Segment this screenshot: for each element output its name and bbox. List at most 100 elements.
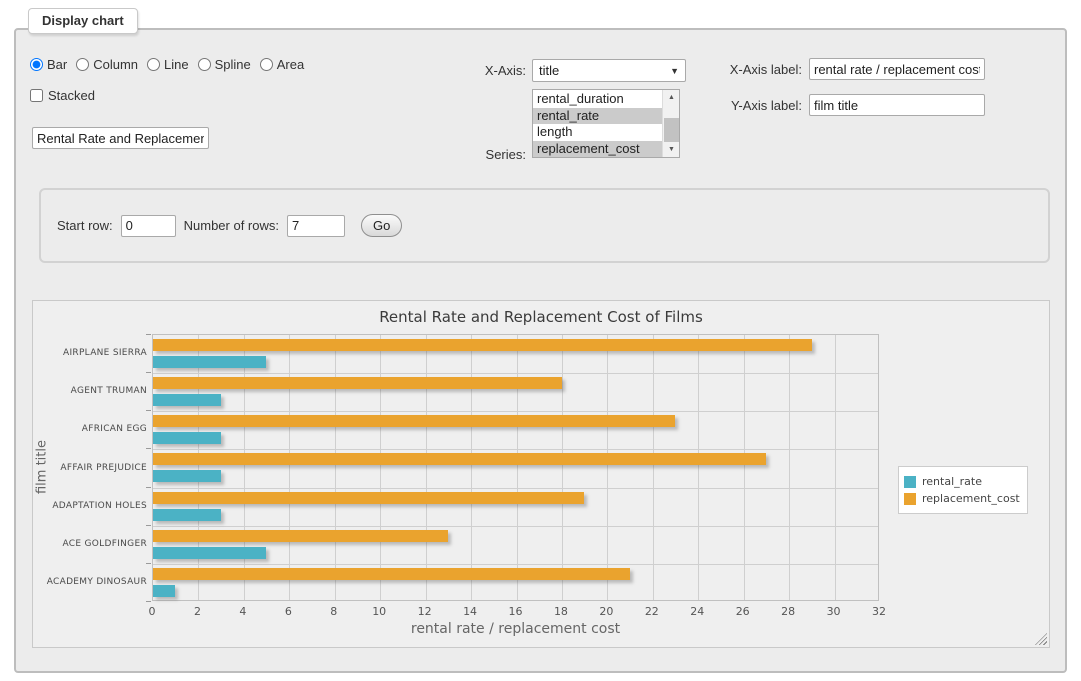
x-tick-label: 20 <box>586 605 626 618</box>
y-axis-tick <box>146 410 151 411</box>
legend-swatch-replacement-cost <box>904 493 916 505</box>
chart-type-radio-bar[interactable] <box>30 58 43 71</box>
scroll-down-icon[interactable]: ▼ <box>663 142 680 157</box>
scrollbar-thumb[interactable] <box>664 118 679 142</box>
bar-replacement-cost-affair-prejudice <box>153 453 766 465</box>
legend-row: rental_rate <box>904 474 1020 489</box>
series-option-rental-rate[interactable]: rental_rate <box>533 108 662 125</box>
plot-area <box>152 334 879 601</box>
category-label: AFFAIR PREJUDICE <box>37 462 147 474</box>
page: Display chart BarColumnLineSplineArea St… <box>0 0 1081 681</box>
category-label: ACADEMY DINOSAUR <box>37 576 147 588</box>
num-rows-input[interactable] <box>287 215 345 237</box>
series-option-replacement-cost[interactable]: replacement_cost <box>533 141 662 158</box>
series-scrollbar[interactable]: ▲ ▼ <box>662 90 679 157</box>
gridline-v <box>198 335 199 600</box>
x-tick-label: 4 <box>223 605 263 618</box>
bar-replacement-cost-academy-dinosaur <box>153 568 630 580</box>
x-tick-label: 14 <box>450 605 490 618</box>
series-option-length[interactable]: length <box>533 124 662 141</box>
x-tick-label: 12 <box>405 605 445 618</box>
x-tick-label: 2 <box>177 605 217 618</box>
chart-type-radio-column[interactable] <box>76 58 89 71</box>
chart-type-spline[interactable]: Spline <box>198 57 251 72</box>
category-label: ACE GOLDFINGER <box>37 538 147 550</box>
bar-rental-rate-adaptation-holes <box>153 509 221 521</box>
x-tick-label: 18 <box>541 605 581 618</box>
start-row-input[interactable] <box>121 215 176 237</box>
gridline-h <box>153 564 878 565</box>
x-tick-label: 22 <box>632 605 672 618</box>
chart-type-radio-line[interactable] <box>147 58 160 71</box>
category-label: AFRICAN EGG <box>37 423 147 435</box>
chart-type-column[interactable]: Column <box>76 57 138 72</box>
chart-type-label: Area <box>277 57 304 72</box>
x-axis-selected-value: title <box>539 63 670 78</box>
scroll-up-icon[interactable]: ▲ <box>663 90 680 105</box>
legend-swatch-rental-rate <box>904 476 916 488</box>
x-axis-select[interactable]: title ▼ <box>532 59 686 82</box>
chart-container: Rental Rate and Replacement Cost of Film… <box>32 300 1050 648</box>
bar-replacement-cost-airplane-sierra <box>153 339 812 351</box>
bar-rental-rate-airplane-sierra <box>153 356 266 368</box>
chart-type-radio-spline[interactable] <box>198 58 211 71</box>
bar-rental-rate-academy-dinosaur <box>153 585 175 597</box>
gridline-v <box>835 335 836 600</box>
row-range-panel: Start row: Number of rows: Go <box>39 188 1050 263</box>
y-axis-label-input[interactable] <box>809 94 985 116</box>
series-option-rental-duration[interactable]: rental_duration <box>533 91 662 108</box>
gridline-v <box>744 335 745 600</box>
resize-handle[interactable] <box>1035 633 1047 645</box>
bar-replacement-cost-african-egg <box>153 415 675 427</box>
series-select-label: Series: <box>416 147 526 162</box>
y-axis-tick <box>146 525 151 526</box>
x-axis-title: rental rate / replacement cost <box>152 621 879 637</box>
gridline-h <box>153 488 878 489</box>
stacked-checkbox[interactable] <box>30 89 43 102</box>
chevron-down-icon: ▼ <box>670 66 679 76</box>
chart-type-bar[interactable]: Bar <box>30 57 67 72</box>
gridline-v <box>562 335 563 600</box>
gridline-h <box>153 373 878 374</box>
gridline-h <box>153 449 878 450</box>
bar-replacement-cost-ace-goldfinger <box>153 530 448 542</box>
y-axis-label-label: Y-Axis label: <box>692 98 802 113</box>
x-axis-label-input[interactable] <box>809 58 985 80</box>
chart-type-line[interactable]: Line <box>147 57 189 72</box>
bar-replacement-cost-agent-truman <box>153 377 562 389</box>
x-tick-label: 30 <box>814 605 854 618</box>
gridline-v <box>380 335 381 600</box>
chart-type-label: Column <box>93 57 138 72</box>
x-tick-label: 24 <box>677 605 717 618</box>
chart-type-radio-area[interactable] <box>260 58 273 71</box>
category-label: AIRPLANE SIERRA <box>37 347 147 359</box>
chart-title: Rental Rate and Replacement Cost of Film… <box>33 308 1049 326</box>
chart-type-options: Bar Column Line Spline Area <box>30 57 304 72</box>
category-label: ADAPTATION HOLES <box>37 500 147 512</box>
chart-type-area[interactable]: Area <box>260 57 304 72</box>
bar-rental-rate-african-egg <box>153 432 221 444</box>
go-button[interactable]: Go <box>361 214 402 237</box>
series-option-list: rental_durationrental_ratelengthreplacem… <box>533 91 662 157</box>
y-axis-tick <box>146 563 151 564</box>
gridline-v <box>653 335 654 600</box>
bar-rental-rate-ace-goldfinger <box>153 547 266 559</box>
x-tick-label: 32 <box>859 605 899 618</box>
x-tick-label: 26 <box>723 605 763 618</box>
stacked-option[interactable]: Stacked <box>30 88 95 103</box>
chart-legend: rental_ratereplacement_cost <box>898 466 1028 514</box>
series-multiselect[interactable]: rental_durationrental_ratelengthreplacem… <box>532 89 680 158</box>
gridline-v <box>289 335 290 600</box>
bar-rental-rate-agent-truman <box>153 394 221 406</box>
gridline-v <box>335 335 336 600</box>
y-axis-tick <box>146 487 151 488</box>
stacked-label: Stacked <box>48 88 95 103</box>
y-axis-tick <box>146 448 151 449</box>
chart-title-input[interactable] <box>32 127 209 149</box>
gridline-v <box>426 335 427 600</box>
gridline-v <box>471 335 472 600</box>
gridline-v <box>789 335 790 600</box>
y-axis-tick <box>146 334 151 335</box>
gridline-v <box>244 335 245 600</box>
legend-label: rental_rate <box>922 475 982 488</box>
